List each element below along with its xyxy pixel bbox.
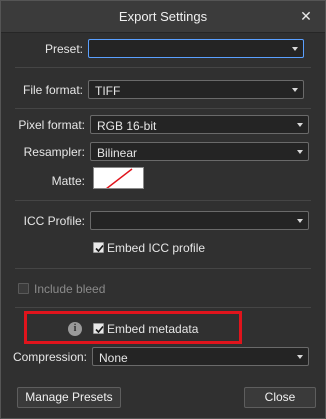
pixel-format-dropdown[interactable]: RGB 16-bit [90, 115, 309, 134]
divider [15, 307, 311, 308]
matte-color-swatch[interactable] [93, 167, 144, 189]
close-button[interactable]: Close [244, 387, 316, 408]
export-settings-dialog: Export Settings ✕ Preset: File format: T… [0, 0, 326, 419]
divider [15, 200, 311, 201]
preset-dropdown[interactable] [88, 39, 304, 58]
close-icon[interactable]: ✕ [297, 7, 315, 25]
include-bleed-label: Include bleed [34, 282, 106, 296]
chevron-down-icon [297, 355, 303, 359]
dialog-title: Export Settings [118, 9, 208, 24]
chevron-down-icon [297, 150, 303, 154]
resampler-label: Resampler: [23, 145, 85, 159]
file-format-value: TIFF [95, 84, 121, 98]
pixel-format-label: Pixel format: [18, 118, 85, 132]
pixel-format-value: RGB 16-bit [97, 119, 157, 133]
no-color-slash-icon [106, 168, 133, 188]
icc-profile-label: ICC Profile: [23, 214, 85, 228]
file-format-dropdown[interactable]: TIFF [88, 80, 304, 99]
resampler-value: Bilinear [97, 146, 138, 160]
preset-label: Preset: [44, 42, 83, 56]
include-bleed-checkbox[interactable] [18, 283, 29, 294]
embed-icc-label: Embed ICC profile [107, 241, 206, 255]
chevron-down-icon [292, 88, 298, 92]
divider [15, 67, 311, 68]
highlight-annotation-box [24, 311, 242, 344]
compression-value: None [99, 351, 128, 365]
file-format-label: File format: [22, 83, 83, 97]
embed-icc-checkbox[interactable] [93, 242, 104, 253]
compression-dropdown[interactable]: None [92, 347, 309, 366]
chevron-down-icon [297, 219, 303, 223]
compression-label: Compression: [12, 350, 87, 364]
icc-profile-dropdown[interactable] [90, 211, 309, 230]
chevron-down-icon [297, 123, 303, 127]
title-bar: Export Settings ✕ [1, 1, 325, 33]
divider [15, 108, 311, 109]
checkmark-icon [95, 244, 104, 253]
chevron-down-icon [292, 47, 298, 51]
matte-label: Matte: [51, 174, 85, 188]
divider [15, 268, 311, 269]
resampler-dropdown[interactable]: Bilinear [90, 142, 309, 161]
manage-presets-button[interactable]: Manage Presets [17, 387, 121, 408]
